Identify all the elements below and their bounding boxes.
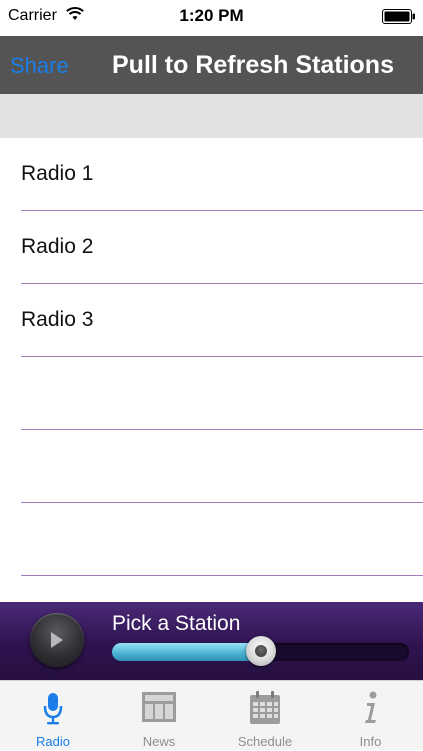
pull-to-refresh-area[interactable] xyxy=(0,94,423,138)
volume-slider[interactable] xyxy=(112,636,409,666)
status-bar: Carrier 1:20 PM xyxy=(0,0,423,36)
info-icon xyxy=(364,691,376,723)
tab-radio[interactable]: Radio xyxy=(0,681,106,751)
tab-label: Info xyxy=(359,734,382,749)
empty-row xyxy=(0,357,423,430)
navigation-bar: Share Pull to Refresh Stations xyxy=(0,36,423,94)
volume-slider-thumb[interactable] xyxy=(246,636,276,666)
tab-schedule[interactable]: Schedule xyxy=(212,681,318,751)
station-label: Radio 3 xyxy=(21,308,94,331)
calendar-icon xyxy=(250,691,280,724)
empty-row xyxy=(0,430,423,503)
empty-row xyxy=(0,503,423,576)
tab-news[interactable]: News xyxy=(106,681,212,751)
row-separator xyxy=(21,575,423,576)
tab-label: Schedule xyxy=(237,734,293,749)
play-icon xyxy=(51,632,63,648)
newspaper-icon xyxy=(142,692,176,722)
player-title: Pick a Station xyxy=(112,612,241,635)
play-button[interactable] xyxy=(30,613,84,667)
station-row-radio-3[interactable]: Radio 3 xyxy=(0,284,423,357)
station-row-radio-1[interactable]: Radio 1 xyxy=(0,138,423,211)
station-label: Radio 1 xyxy=(21,162,94,185)
tab-label: News xyxy=(142,734,176,749)
tab-bar: Radio News Schedule Info xyxy=(0,680,423,750)
tab-label: Radio xyxy=(36,734,70,749)
tab-info[interactable]: Info xyxy=(318,681,423,751)
slider-thumb-dot xyxy=(255,645,267,657)
share-button[interactable]: Share xyxy=(10,53,69,79)
page-title: Pull to Refresh Stations xyxy=(112,51,394,79)
station-list[interactable]: Radio 1 Radio 2 Radio 3 xyxy=(0,138,423,602)
battery-icon xyxy=(382,9,415,24)
status-time: 1:20 PM xyxy=(179,6,244,25)
player-bar: Pick a Station xyxy=(0,602,423,680)
station-label: Radio 2 xyxy=(21,235,94,258)
volume-slider-fill xyxy=(112,643,261,661)
station-row-radio-2[interactable]: Radio 2 xyxy=(0,211,423,284)
microphone-icon xyxy=(43,693,63,725)
